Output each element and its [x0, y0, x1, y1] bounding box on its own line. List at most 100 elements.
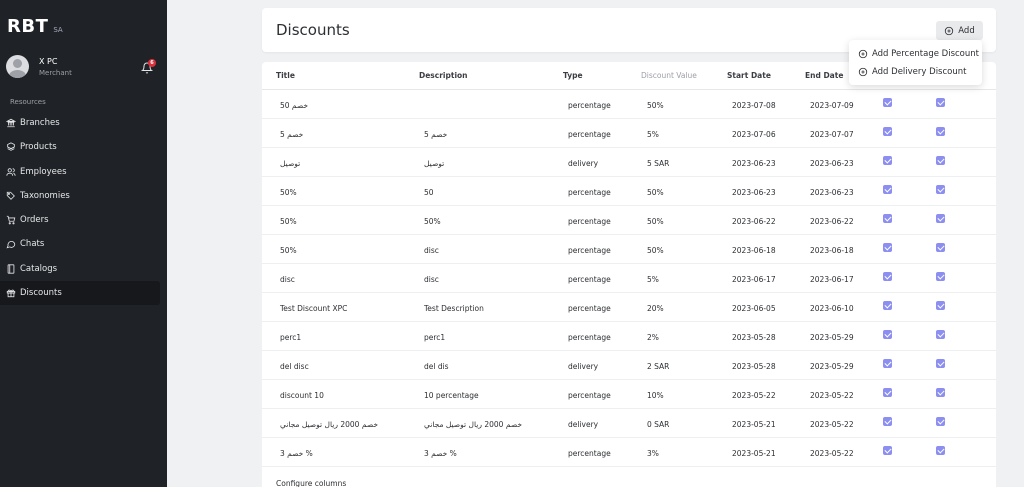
active-checkbox[interactable]: [883, 98, 892, 107]
active-checkbox[interactable]: [883, 272, 892, 281]
add-delivery-discount-item[interactable]: Add Delivery Discount: [858, 65, 966, 79]
cell-type: percentage: [568, 333, 611, 342]
plus-circle-icon: [945, 26, 954, 35]
active-checkbox[interactable]: [883, 214, 892, 223]
cell-start-date: 2023-06-17: [732, 275, 776, 284]
visible-checkbox[interactable]: [936, 359, 945, 368]
cell-type: delivery: [568, 159, 599, 168]
brand-name: RBT: [7, 16, 49, 37]
visible-checkbox[interactable]: [936, 156, 945, 165]
sidebar-item-branches[interactable]: Branches: [0, 111, 160, 135]
configure-columns-link[interactable]: Configure columns: [276, 479, 346, 487]
cell-start-date: 2023-07-06: [732, 130, 776, 139]
active-checkbox[interactable]: [883, 301, 892, 310]
table-row[interactable]: disc disc percentage 5% 2023-06-17 2023-06-17: [262, 264, 996, 293]
visible-checkbox[interactable]: [936, 98, 945, 107]
cell-description: توصيل: [424, 159, 445, 168]
active-checkbox[interactable]: [883, 417, 892, 426]
visible-checkbox[interactable]: [936, 330, 945, 339]
visible-checkbox[interactable]: [936, 185, 945, 194]
visible-checkbox[interactable]: [936, 127, 945, 136]
sidebar-item-label: Products: [20, 142, 57, 153]
column-header-end-date[interactable]: End Date: [805, 71, 843, 80]
active-checkbox[interactable]: [883, 127, 892, 136]
table-row[interactable]: خصم 2000 ريال توصيل مجاني خصم 2000 ريال ت…: [262, 409, 996, 438]
cell-title: خصم 50: [280, 101, 309, 110]
cell-type: percentage: [568, 304, 611, 313]
user-profile[interactable]: X PC Merchant 6: [6, 55, 161, 81]
table-row[interactable]: خصم 5 خصم 5 percentage 5% 2023-07-06 2023-07-…: [262, 119, 996, 148]
notification-badge: 6: [148, 59, 156, 67]
active-checkbox[interactable]: [883, 388, 892, 397]
cell-description: 10 percentage: [424, 391, 479, 400]
menu-item-label: Add Percentage Discount: [872, 49, 979, 59]
cell-type: percentage: [568, 391, 611, 400]
cell-end-date: 2023-06-23: [810, 159, 854, 168]
visible-checkbox[interactable]: [936, 388, 945, 397]
active-checkbox[interactable]: [883, 330, 892, 339]
column-header-description[interactable]: Description: [419, 71, 468, 80]
cell-type: percentage: [568, 246, 611, 255]
visible-checkbox[interactable]: [936, 446, 945, 455]
active-checkbox[interactable]: [883, 185, 892, 194]
active-checkbox[interactable]: [883, 446, 892, 455]
table-row[interactable]: del disc del dis delivery 2 SAR 2023-05-28 20…: [262, 351, 996, 380]
table-row[interactable]: 50% 50% percentage 50% 2023-06-22 2023-06-22: [262, 206, 996, 235]
visible-checkbox[interactable]: [936, 272, 945, 281]
cell-title: 50%: [280, 217, 297, 226]
brand-sub: SA: [53, 26, 63, 34]
notifications-button[interactable]: 6: [139, 59, 156, 75]
table-row[interactable]: discount 10 10 percentage percentage 10% 202…: [262, 380, 996, 409]
visible-checkbox[interactable]: [936, 301, 945, 310]
discounts-table: Title Description Type Discount Value St…: [262, 62, 996, 487]
sidebar-item-label: Chats: [20, 239, 45, 250]
plus-circle-icon: [858, 49, 868, 59]
sidebar-item-orders[interactable]: Orders: [0, 208, 160, 232]
visible-checkbox[interactable]: [936, 243, 945, 252]
sidebar-item-catalogs[interactable]: Catalogs: [0, 257, 160, 281]
cell-discount-value: 10%: [647, 391, 664, 400]
add-percentage-discount-item[interactable]: Add Percentage Discount: [858, 47, 979, 61]
sidebar-item-products[interactable]: Products: [0, 135, 160, 159]
cell-type: percentage: [568, 101, 611, 110]
column-header-discount-value[interactable]: Discount Value: [641, 71, 697, 80]
cell-start-date: 2023-06-23: [732, 159, 776, 168]
active-checkbox[interactable]: [883, 359, 892, 368]
sidebar-item-chats[interactable]: Chats: [0, 232, 160, 256]
active-checkbox[interactable]: [883, 156, 892, 165]
cell-title: Test Discount XPC: [280, 304, 348, 313]
avatar[interactable]: [6, 55, 29, 78]
cell-discount-value: 5 SAR: [647, 159, 670, 168]
column-header-type[interactable]: Type: [563, 71, 583, 80]
table-row[interactable]: خصم 3 % خصم 3 % percentage 3% 2023-05-21 2023…: [262, 438, 996, 467]
table-row[interactable]: Test Discount XPC Test Description percent…: [262, 293, 996, 322]
add-button-label: Add: [958, 25, 975, 36]
column-header-title[interactable]: Title: [276, 71, 295, 80]
sidebar-item-discounts[interactable]: Discounts: [0, 281, 160, 306]
user-name: X PC: [39, 57, 58, 66]
sidebar-item-taxonomies[interactable]: Taxonomies: [0, 184, 160, 208]
table-row[interactable]: خصم 50 percentage 50% 2023-07-08 2023-07-09: [262, 90, 996, 119]
cell-start-date: 2023-06-18: [732, 246, 776, 255]
active-checkbox[interactable]: [883, 243, 892, 252]
cell-title: خصم 3 %: [280, 449, 313, 458]
table-row[interactable]: 50% disc percentage 50% 2023-06-18 2023-06-18: [262, 235, 996, 264]
visible-checkbox[interactable]: [936, 214, 945, 223]
gift-icon: [6, 288, 16, 298]
table-row[interactable]: 50% 50 percentage 50% 2023-06-23 2023-06-23: [262, 177, 996, 206]
visible-checkbox[interactable]: [936, 417, 945, 426]
cell-type: percentage: [568, 449, 611, 458]
cell-end-date: 2023-06-17: [810, 275, 854, 284]
brand-logo[interactable]: RBT SA: [7, 16, 63, 37]
table-row[interactable]: perc1 perc1 percentage 2% 2023-05-28 2023-05-…: [262, 322, 996, 351]
sidebar-item-employees[interactable]: Employees: [0, 160, 160, 184]
add-button[interactable]: Add: [936, 21, 983, 40]
cell-start-date: 2023-07-08: [732, 101, 776, 110]
cell-end-date: 2023-05-22: [810, 420, 854, 429]
cell-end-date: 2023-06-23: [810, 188, 854, 197]
cell-type: percentage: [568, 217, 611, 226]
table-row[interactable]: توصيل توصيل delivery 5 SAR 2023-06-23 2023-06…: [262, 148, 996, 177]
cell-start-date: 2023-05-28: [732, 362, 776, 371]
column-header-start-date[interactable]: Start Date: [727, 71, 771, 80]
cell-discount-value: 0 SAR: [647, 420, 670, 429]
